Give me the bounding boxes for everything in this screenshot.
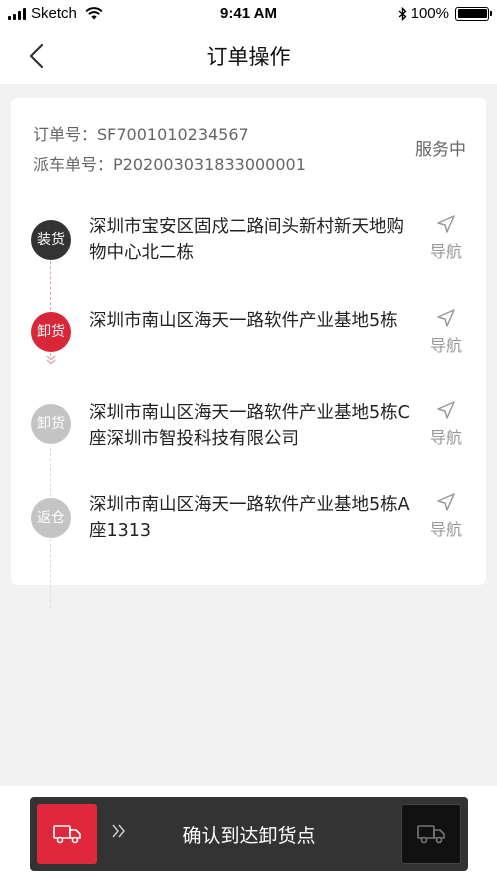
- navigate-button[interactable]: 导航: [426, 492, 466, 540]
- order-number-label: 订单号：: [33, 125, 98, 144]
- stop-type-badge: 卸货: [31, 404, 71, 444]
- battery-percent: 100%: [410, 5, 449, 22]
- navigate-label: 导航: [429, 242, 462, 261]
- status-bar: Sketch 9:41 AM 100%: [0, 0, 497, 28]
- status-right: 100%: [398, 5, 492, 22]
- chevron-down-icon: [46, 355, 56, 365]
- navigate-button[interactable]: 导航: [426, 214, 466, 262]
- dispatch-number-value: P202003031833000001: [113, 155, 306, 174]
- navigation-arrow-icon: [437, 493, 455, 511]
- navigate-button[interactable]: 导航: [426, 400, 466, 448]
- bluetooth-icon: [398, 6, 407, 21]
- navigate-label: 导航: [429, 336, 462, 355]
- navigation-arrow-icon: [437, 309, 455, 327]
- slide-target: [401, 804, 461, 864]
- order-card: 订单号：SF7001010234567 派车单号：P20200303183300…: [11, 98, 486, 608]
- status-badge: 服务中: [415, 140, 466, 160]
- page-title: 订单操作: [206, 45, 291, 69]
- order-info: 订单号：SF7001010234567 派车单号：P20200303183300…: [33, 120, 306, 180]
- navigation-arrow-icon: [437, 401, 455, 419]
- bottom-bar: 确认到达卸货点: [0, 786, 497, 883]
- dispatch-number-label: 派车单号：: [33, 155, 114, 174]
- order-number-value: SF7001010234567: [97, 125, 249, 144]
- order-number-row: 订单号：SF7001010234567: [33, 120, 306, 150]
- stop-address: 深圳市宝安区固戍二路间头新村新天地购物中心北二栋: [89, 217, 404, 263]
- stop-type-badge: 返仓: [31, 498, 71, 538]
- stop-type-badge: 装货: [31, 220, 71, 260]
- slide-to-confirm[interactable]: 确认到达卸货点: [30, 797, 468, 871]
- navigate-label: 导航: [429, 520, 462, 539]
- stop-type-badge: 卸货: [31, 312, 71, 352]
- battery-fill: [457, 9, 487, 18]
- battery-icon: [455, 6, 492, 21]
- stop-address: 深圳市南山区海天一路软件产业基地5栋: [89, 311, 398, 331]
- navigate-label: 导航: [429, 428, 462, 447]
- stop-address: 深圳市南山区海天一路软件产业基地5栋A座1313: [89, 495, 410, 541]
- truck-icon: [417, 825, 445, 844]
- navigation-arrow-icon: [437, 215, 455, 233]
- stop-address: 深圳市南山区海天一路软件产业基地5栋C座深圳市智投科技有限公司: [89, 403, 410, 449]
- nav-bar: 订单操作: [0, 28, 497, 84]
- dispatch-number-row: 派车单号：P202003031833000001: [33, 150, 306, 180]
- navigate-button[interactable]: 导航: [426, 308, 466, 356]
